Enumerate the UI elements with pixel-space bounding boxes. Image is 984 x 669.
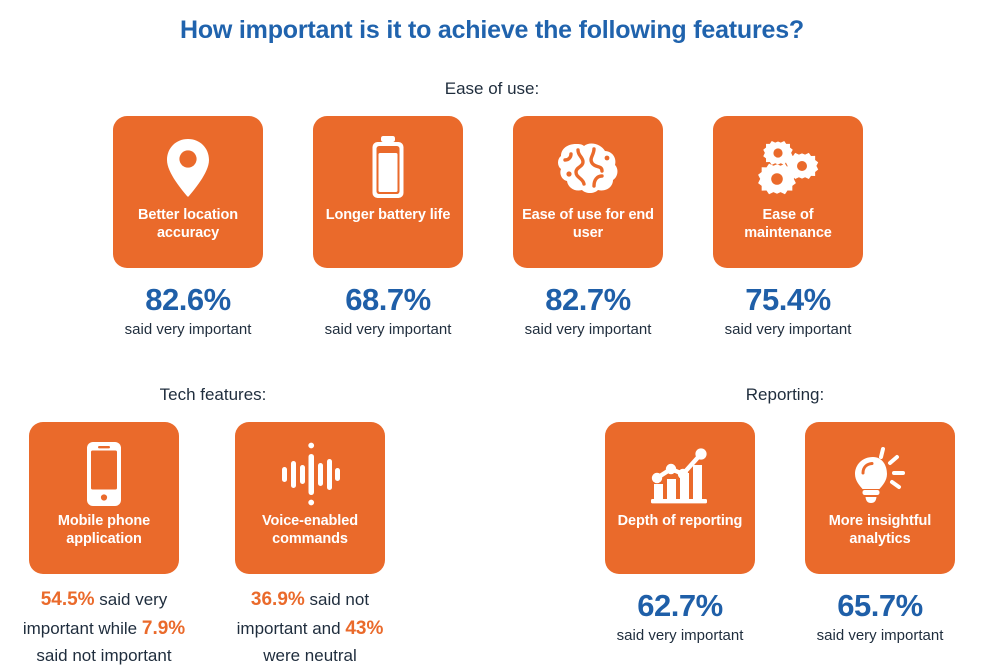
card-more-insightful-analytics[interactable]: More insightful analytics: [805, 422, 955, 574]
mobile-phone-icon: [83, 438, 125, 510]
card-label: Depth of reporting: [617, 513, 743, 529]
bar-chart-trend-icon: [649, 438, 711, 510]
percent-caption: said very important: [524, 321, 652, 338]
card-better-location-accuracy[interactable]: Better location accuracy: [113, 116, 263, 268]
stat-block-ease-of-maintenance: Ease of maintenance 75.4% said very impo…: [713, 116, 863, 338]
card-label: More insightful analytics: [828, 513, 932, 548]
stat-block-mobile-phone-application: Mobile phone application 54.5% said very…: [23, 422, 185, 669]
card-ease-of-maintenance[interactable]: Ease of maintenance: [713, 116, 863, 268]
section-heading-tech-features: Tech features:: [159, 385, 267, 404]
percent-caption: said very important: [124, 321, 252, 338]
brain-icon: [556, 132, 620, 204]
stat-block-more-insightful-analytics: More insightful analytics 65.7% said ver…: [805, 422, 955, 644]
percent-value: 65.7%: [837, 588, 923, 623]
page-title: How important is it to achieve the follo…: [180, 16, 804, 44]
section-heading-ease-of-use: Ease of use:: [444, 79, 540, 98]
card-ease-of-use-for-end-user[interactable]: Ease of use for end user: [513, 116, 663, 268]
card-mobile-phone-application[interactable]: Mobile phone application: [29, 422, 179, 574]
percent-value: 68.7%: [345, 282, 431, 317]
percent-value: 75.4%: [745, 282, 831, 317]
lightbulb-icon: [849, 438, 911, 510]
section-heading-reporting: Reporting:: [745, 385, 825, 404]
percent-caption: said very important: [324, 321, 452, 338]
card-label: Longer battery life: [325, 207, 451, 223]
map-pin-icon: [163, 132, 213, 204]
percent-neutral: 43%: [345, 617, 384, 639]
stat-block-voice-enabled-commands: Voice-enabled commands 36.9% said not im…: [235, 422, 385, 669]
percent-value: 82.6%: [145, 282, 231, 317]
card-label: Ease of use for end user: [522, 207, 654, 242]
stat-block-depth-of-reporting: Depth of reporting 62.7% said very impor…: [605, 422, 755, 644]
percent-value: 82.7%: [545, 282, 631, 317]
card-label: Better location accuracy: [137, 207, 238, 242]
percent-value: 62.7%: [637, 588, 723, 623]
card-voice-enabled-commands[interactable]: Voice-enabled commands: [235, 422, 385, 574]
percent-caption: said very important: [616, 627, 744, 644]
stat-block-longer-battery-life: Longer battery life 68.7% said very impo…: [313, 116, 463, 338]
percent-caption-voice: 36.9% said not important and 43% were ne…: [217, 586, 403, 669]
stat-block-ease-of-use-for-end-user: Ease of use for end user 82.7% said very…: [513, 116, 663, 338]
card-label: Ease of maintenance: [744, 207, 832, 242]
card-longer-battery-life[interactable]: Longer battery life: [313, 116, 463, 268]
voice-waveform-icon: [278, 438, 342, 510]
percent-caption: said very important: [724, 321, 852, 338]
percent-not-important: 36.9%: [250, 589, 305, 610]
stat-block-better-location-accuracy: Better location accuracy 82.6% said very…: [113, 116, 263, 338]
card-label: Voice-enabled commands: [262, 513, 358, 548]
percent-caption-mobile: 54.5% said very important while 7.9% sai…: [11, 586, 197, 669]
battery-icon: [367, 132, 409, 204]
card-label: Mobile phone application: [57, 513, 151, 548]
card-depth-of-reporting[interactable]: Depth of reporting: [605, 422, 755, 574]
percent-caption: said very important: [816, 627, 944, 644]
percent-not-important: 7.9%: [141, 617, 186, 639]
gears-icon: [757, 132, 819, 204]
percent-very-important: 54.5%: [40, 589, 95, 610]
